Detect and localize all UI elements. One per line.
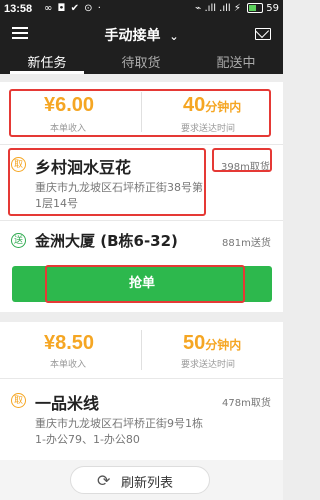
system-icons: ⌁ .ıll .ıll ⚡ 59: [195, 3, 279, 14]
tab-delivering[interactable]: 配送中: [189, 52, 283, 71]
app-bar: 手动接单 ⌄: [0, 20, 283, 47]
pickup-shop-name: 一品米线: [35, 394, 100, 413]
clock: 13:58: [4, 3, 33, 15]
highlight-box-distance: [212, 148, 272, 172]
refresh-bar: ⟳ 刷新列表: [0, 460, 283, 500]
pickup-distance: 478m取货: [222, 398, 271, 409]
battery-level: 59: [266, 3, 279, 14]
pickup-badge: 取: [11, 393, 26, 408]
divider: [141, 330, 142, 370]
divider: [0, 220, 283, 221]
order-price: ¥8.50: [44, 332, 95, 354]
pickup-address: 重庆市九龙坡区石坪桥正街9号1栋1-办公79、1-办公80: [35, 417, 203, 446]
chevron-down-icon: ⌄: [169, 30, 179, 43]
mail-icon[interactable]: [255, 28, 271, 40]
refresh-label: 刷新列表: [121, 476, 174, 491]
page-title: 手动接单: [104, 28, 161, 44]
order-card: ¥8.50 本单收入 50分钟内 要求送达时间 取 一品米线 重庆市九龙坡区石坪…: [0, 322, 283, 460]
highlight-box-pickup: [8, 148, 206, 216]
price-label: 本单收入: [50, 360, 87, 370]
tab-bar: 新任务 待取货 配送中: [0, 47, 283, 74]
divider: [0, 144, 283, 145]
tab-new-tasks[interactable]: 新任务: [0, 52, 94, 71]
deliver-time-value: 50: [183, 332, 206, 354]
notification-icons: ∞ ◘ ✔ ⊙ ·: [44, 3, 102, 14]
refresh-icon: ⟳: [97, 471, 111, 490]
highlight-box-button: [45, 265, 245, 303]
dropoff-badge: 送: [11, 233, 26, 248]
deliver-time-label: 要求送达时间: [181, 360, 236, 370]
tab-pending-pickup[interactable]: 待取货: [94, 52, 188, 71]
highlight-box-price: [9, 89, 271, 137]
refresh-list-button[interactable]: ⟳ 刷新列表: [70, 466, 210, 494]
deliver-time: 50分钟内: [183, 332, 241, 355]
dropoff-distance: 881m送货: [222, 238, 271, 249]
dropoff-name: 金洲大厦 (B栋6-32): [35, 232, 178, 250]
status-bar: 13:58 ∞ ◘ ✔ ⊙ · ⌁ .ıll .ıll ⚡ 59: [0, 0, 283, 20]
signal-icons: ⌁ .ıll .ıll ⚡: [195, 3, 241, 14]
mode-dropdown[interactable]: 手动接单 ⌄: [0, 25, 283, 45]
deliver-time-unit: 分钟内: [205, 338, 242, 352]
active-tab-indicator: [10, 71, 84, 74]
divider: [0, 378, 283, 379]
battery-icon: [247, 3, 264, 13]
